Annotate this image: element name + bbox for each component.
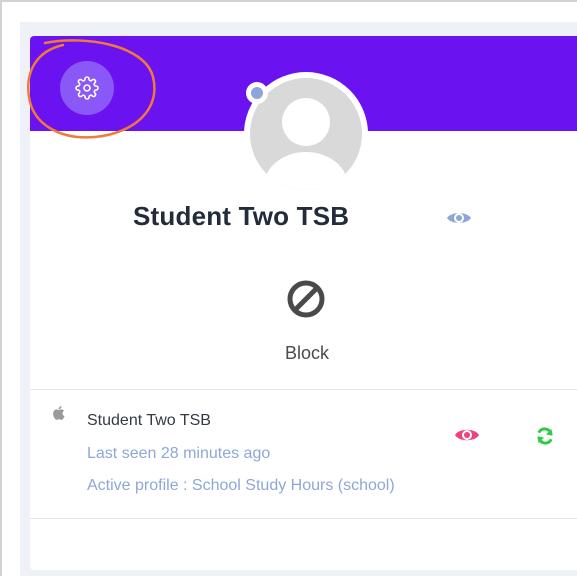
settings-button[interactable] [60,61,114,115]
block-icon [287,280,325,318]
eye-icon[interactable] [454,426,480,444]
refresh-icon[interactable] [535,426,555,446]
gear-icon [75,76,99,100]
device-name: Student Two TSB [87,412,211,429]
device-list-item: Student Two TSB Last seen 28 minutes ago… [30,390,577,518]
device-last-seen: Last seen 28 minutes ago [87,445,271,462]
eye-icon [447,213,471,223]
profile-name: Student Two TSB [133,200,350,231]
profile-name-row: Student Two TSB [133,199,349,233]
apple-icon [53,406,65,420]
divider [30,518,577,519]
view-profile-button[interactable] [443,207,475,229]
status-dot [246,82,268,104]
block-label: Block [284,343,329,363]
block-button[interactable]: Block [260,272,354,372]
device-active-profile: Active profile : School Study Hours (sch… [87,477,395,494]
